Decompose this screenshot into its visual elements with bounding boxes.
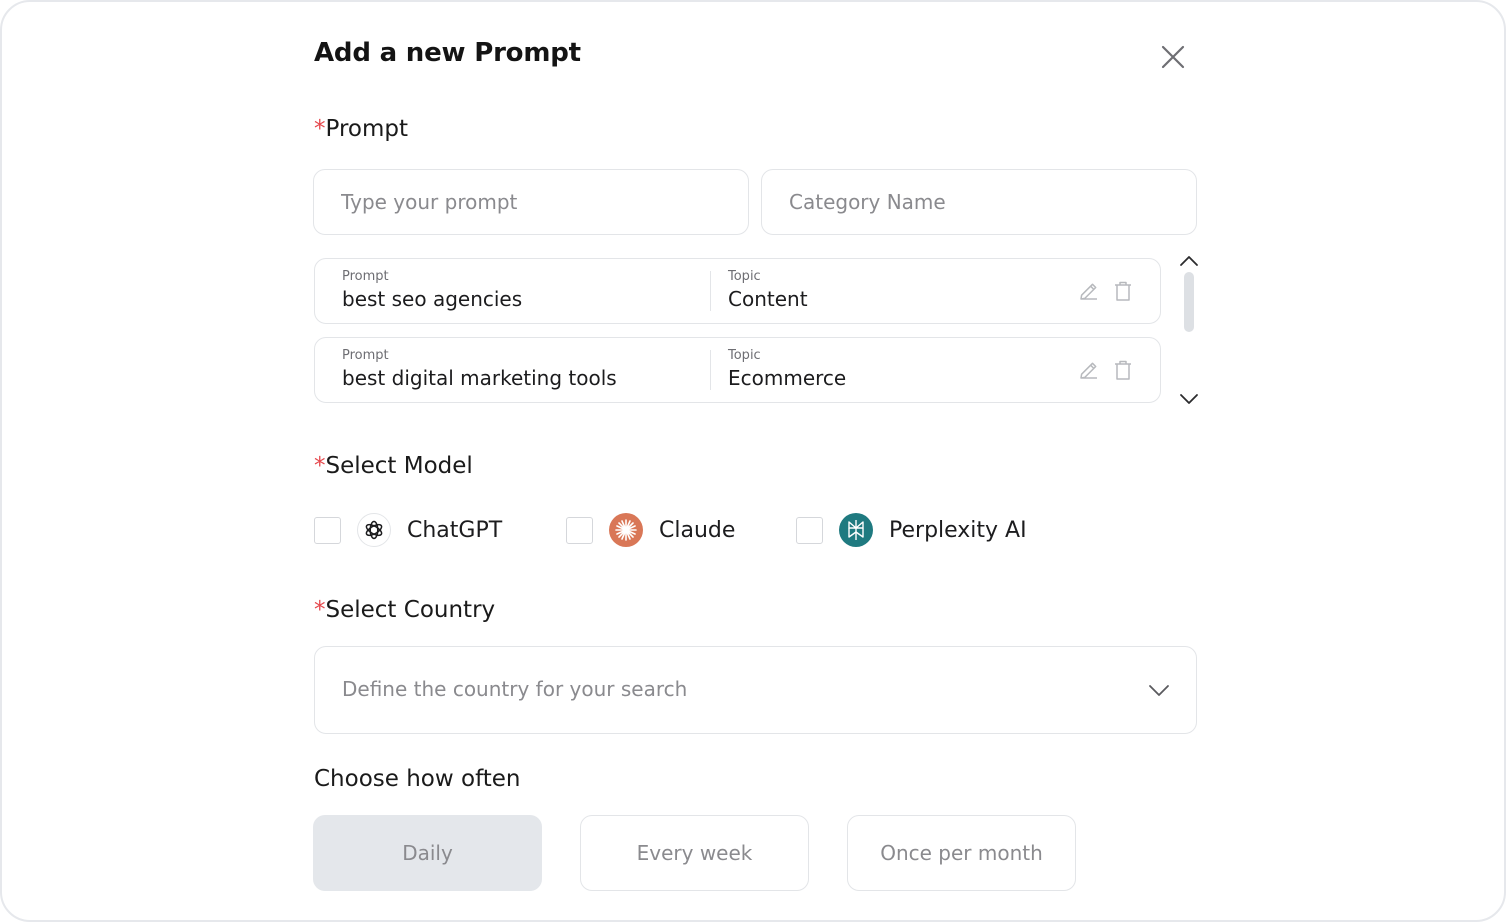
prompt-caption: Prompt <box>342 269 389 284</box>
claude-checkbox[interactable] <box>566 516 593 544</box>
prompt-value: best digital marketing tools <box>342 366 617 390</box>
scrollbar-thumb[interactable] <box>1184 272 1194 332</box>
prompt-caption: Prompt <box>342 348 389 363</box>
topic-caption: Topic <box>728 269 761 284</box>
model-name: Claude <box>659 517 736 543</box>
dialog-title: Add a new Prompt <box>314 38 581 68</box>
prompt-input[interactable] <box>313 169 749 235</box>
prompt-value: best seo agencies <box>342 287 523 311</box>
row-divider <box>710 350 711 390</box>
frequency-option-daily[interactable]: Daily <box>313 815 542 891</box>
required-mark: * <box>314 453 326 479</box>
country-select[interactable]: Define the country for your search <box>314 646 1197 734</box>
category-name-input[interactable] <box>761 169 1197 235</box>
model-section-label: *Select Model <box>314 453 473 479</box>
add-prompt-dialog: Add a new Prompt *Prompt Prompt best seo… <box>0 0 1506 922</box>
trash-icon[interactable] <box>1111 358 1135 382</box>
model-label-text: Select Model <box>325 453 473 479</box>
model-option-perplexity[interactable]: Perplexity AI <box>796 510 1027 550</box>
prompt-row: Prompt best digital marketing tools Topi… <box>314 337 1161 403</box>
openai-logo-icon <box>357 513 391 547</box>
model-name: Perplexity AI <box>889 517 1027 543</box>
frequency-option-once-per-month[interactable]: Once per month <box>847 815 1076 891</box>
edit-icon[interactable] <box>1077 279 1101 303</box>
country-section-label: *Select Country <box>314 597 495 623</box>
prompt-section-label: *Prompt <box>314 116 408 142</box>
frequency-section-label: Choose how often <box>314 766 521 792</box>
edit-icon[interactable] <box>1077 358 1101 382</box>
frequency-option-every-week[interactable]: Every week <box>580 815 809 891</box>
model-option-chatgpt[interactable]: ChatGPT <box>314 510 502 550</box>
topic-value: Ecommerce <box>728 366 847 390</box>
chatgpt-checkbox[interactable] <box>314 516 341 544</box>
topic-value: Content <box>728 287 808 311</box>
country-label-text: Select Country <box>325 597 496 623</box>
required-mark: * <box>314 116 326 142</box>
required-mark: * <box>314 597 326 623</box>
scroll-up-chevron-icon[interactable] <box>1176 251 1202 271</box>
model-name: ChatGPT <box>407 517 503 543</box>
chevron-down-icon <box>1146 677 1172 703</box>
claude-logo-icon <box>609 513 643 547</box>
row-divider <box>710 271 711 311</box>
prompt-row: Prompt best seo agencies Topic Content <box>314 258 1161 324</box>
model-option-claude[interactable]: Claude <box>566 510 735 550</box>
close-icon[interactable] <box>1156 40 1190 74</box>
perplexity-logo-icon <box>839 513 873 547</box>
topic-caption: Topic <box>728 348 761 363</box>
perplexity-checkbox[interactable] <box>796 516 823 544</box>
prompt-label-text: Prompt <box>325 116 409 142</box>
country-select-placeholder: Define the country for your search <box>342 677 688 701</box>
scroll-down-chevron-icon[interactable] <box>1176 389 1202 409</box>
trash-icon[interactable] <box>1111 279 1135 303</box>
